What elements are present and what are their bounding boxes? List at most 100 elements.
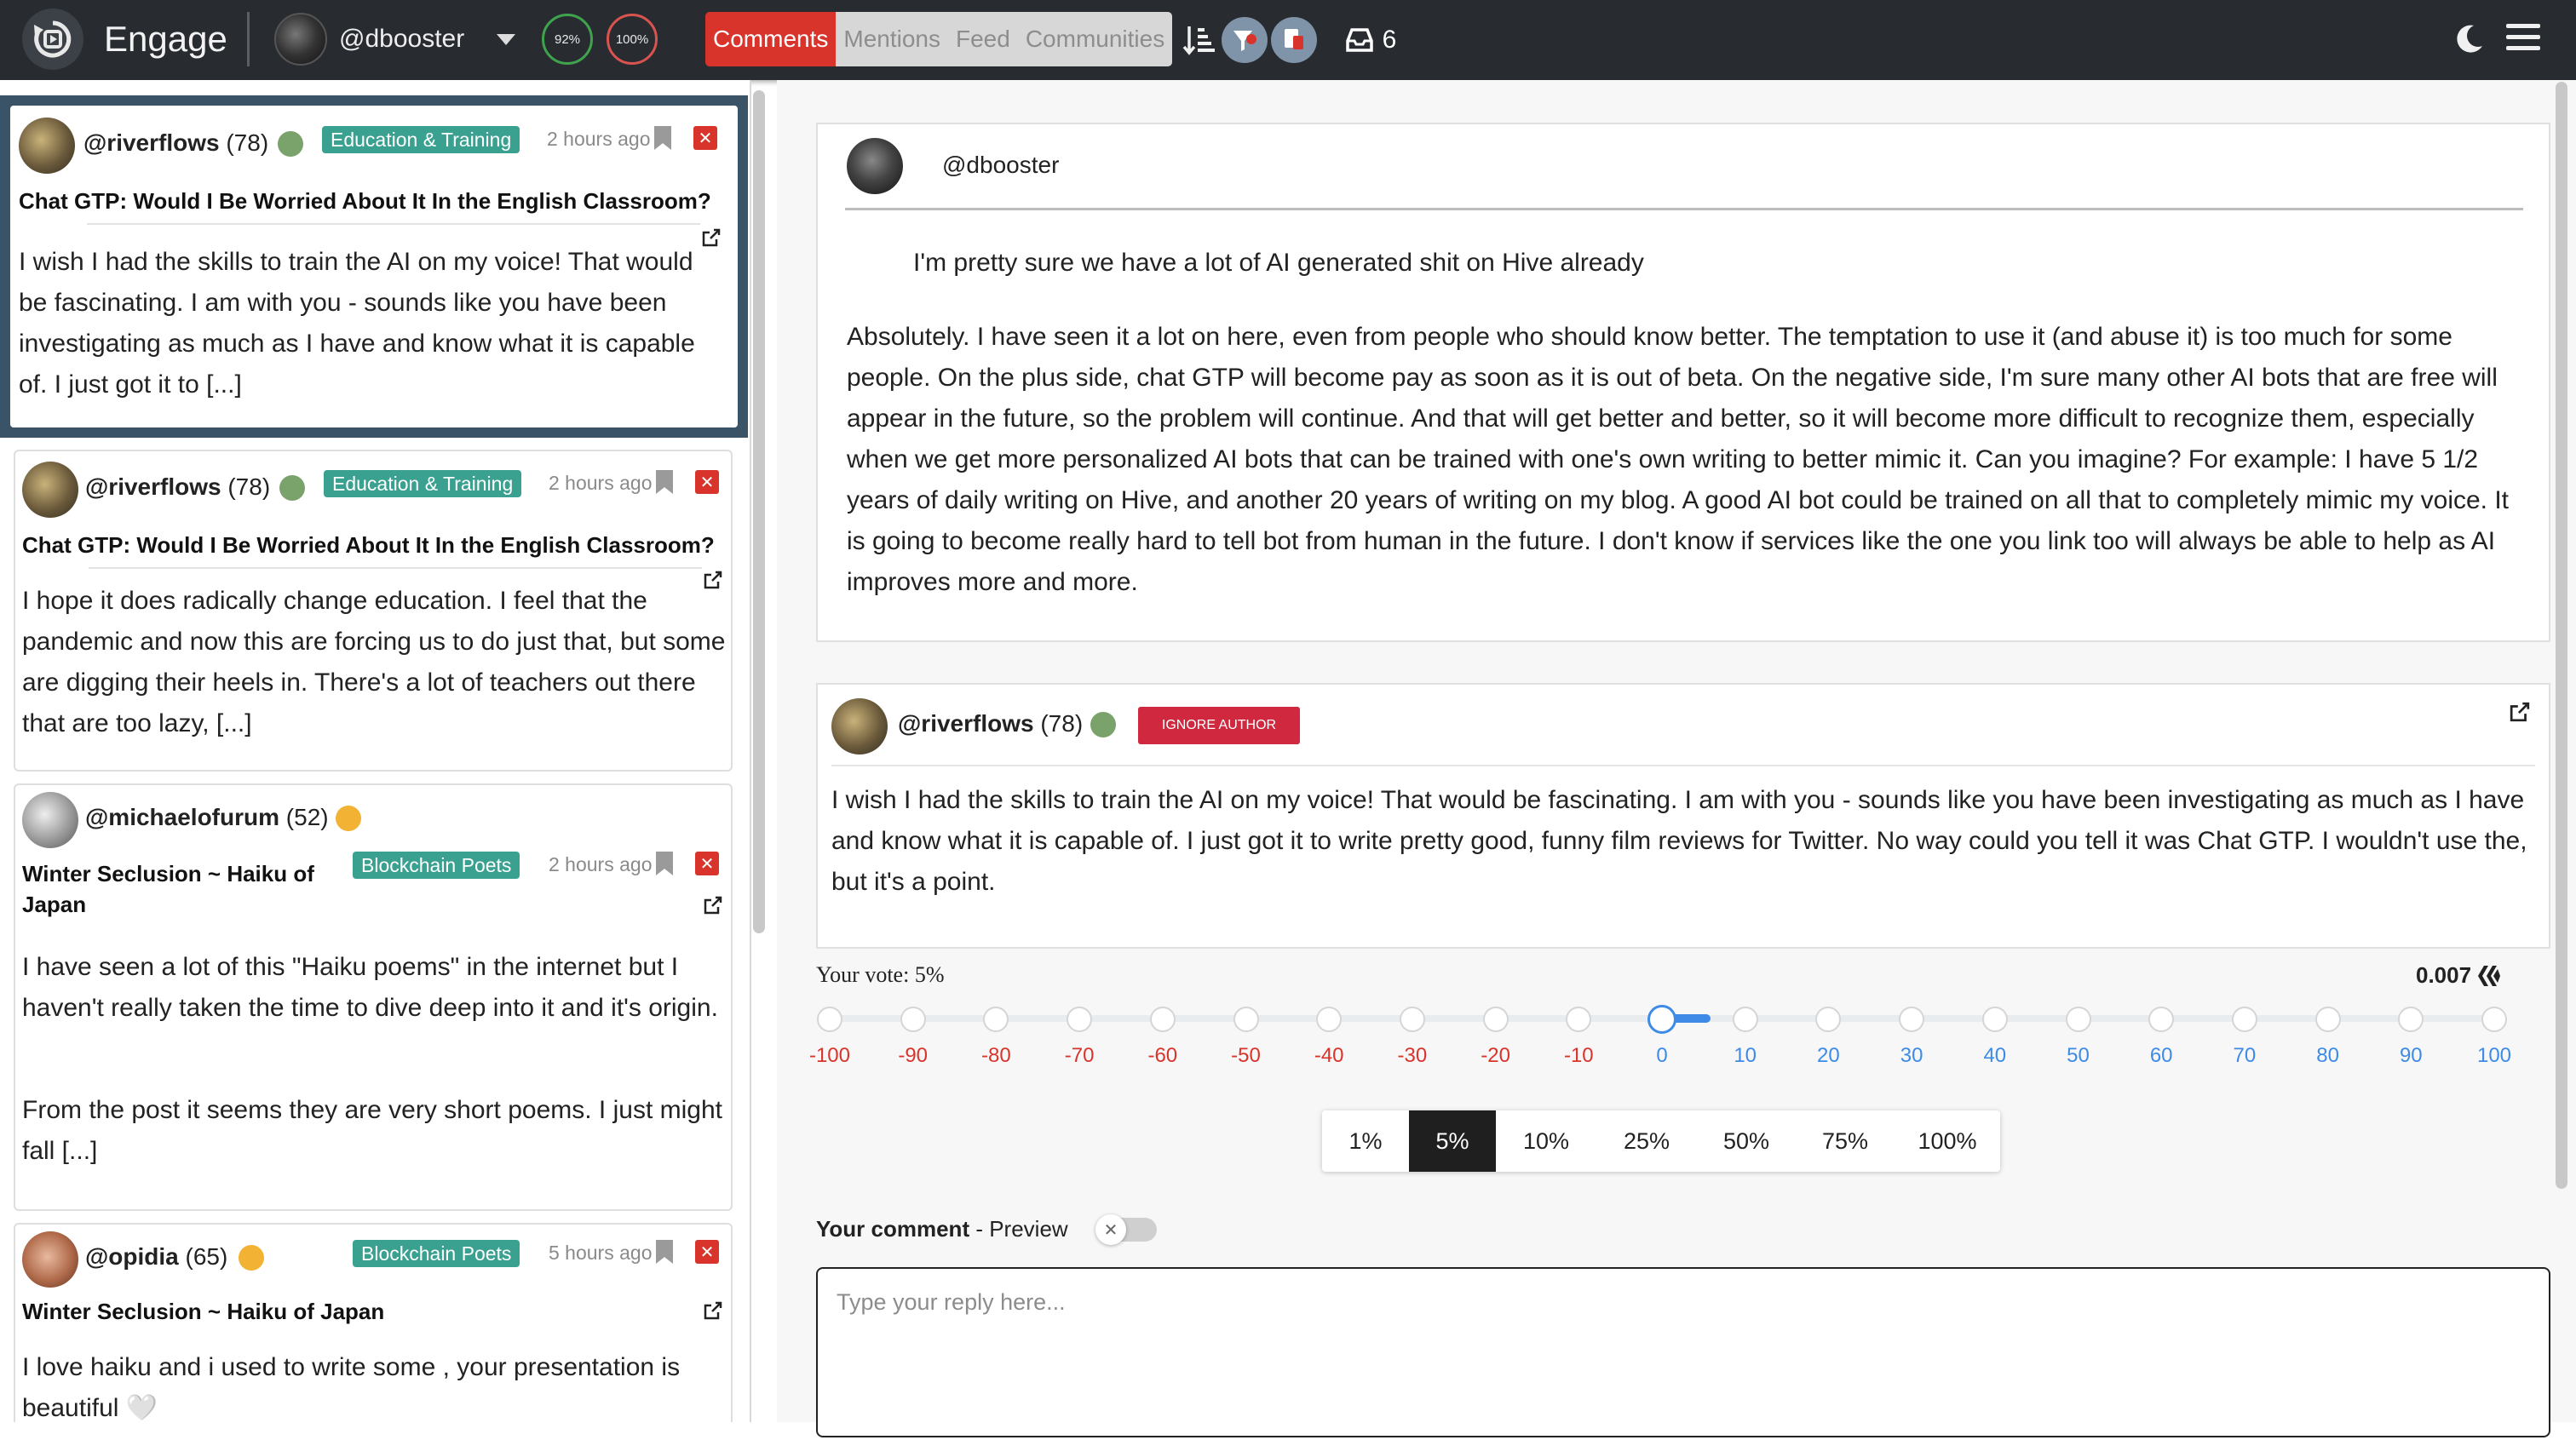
vote-tick[interactable]	[1399, 1007, 1425, 1032]
vote-tick[interactable]	[1233, 1007, 1259, 1032]
header-divider	[247, 12, 250, 66]
bookmark-icon[interactable]	[654, 126, 671, 150]
external-link-icon[interactable]	[704, 896, 722, 915]
dark-mode-moon-icon[interactable]	[2452, 22, 2486, 60]
inbox-button[interactable]: 6	[1332, 17, 1409, 63]
account-switcher[interactable]: @dbooster	[274, 9, 516, 70]
dismiss-button[interactable]: ✕	[695, 852, 719, 875]
filter-post-icon[interactable]	[1271, 17, 1317, 63]
vote-tick[interactable]	[817, 1007, 842, 1032]
post-title[interactable]: Chat GTP: Would I Be Worried About It In…	[22, 530, 729, 560]
inbox-count: 6	[1382, 26, 1397, 54]
chevron-down-icon[interactable]	[497, 33, 516, 45]
vote-tick[interactable]	[1067, 1007, 1093, 1032]
list-item[interactable]: @michaelofurum (52) Winter Seclusion ~ H…	[14, 783, 733, 1211]
vote-tick[interactable]	[1482, 1007, 1509, 1032]
vote-tick[interactable]	[2314, 1007, 2341, 1032]
dismiss-button[interactable]: ✕	[693, 126, 717, 150]
author-name[interactable]: @riverflows (78)	[83, 129, 268, 157]
vote-tick[interactable]	[983, 1007, 1009, 1032]
list-item[interactable]: @opidia (65) Blockchain Poets 5 hours ag…	[14, 1223, 733, 1422]
vote-tick[interactable]	[1981, 1007, 2008, 1032]
reputation-badge-icon	[239, 1245, 264, 1271]
bookmark-icon[interactable]	[656, 1240, 673, 1264]
preset-75-button[interactable]: 75%	[1796, 1110, 1895, 1172]
timestamp: 2 hours ago	[547, 128, 651, 150]
vote-tick-label: 10	[1734, 1044, 1757, 1067]
vote-tick[interactable]	[1899, 1007, 1925, 1032]
avatar[interactable]	[19, 118, 75, 174]
reply-author[interactable]: @riverflows (78)	[898, 710, 1083, 737]
list-item[interactable]: @riverflows (78) Education & Training 2 …	[0, 95, 748, 438]
vote-tick[interactable]	[1316, 1007, 1343, 1032]
sort-icon[interactable]	[1181, 17, 1218, 63]
tab-communities[interactable]: Communities	[1017, 12, 1173, 66]
vote-slider-thumb[interactable]	[1647, 1005, 1676, 1034]
avatar[interactable]	[22, 1231, 78, 1288]
parent-author[interactable]: @dbooster	[942, 152, 1059, 179]
vote-tick[interactable]	[2231, 1007, 2257, 1032]
reply-comment: @riverflows (78) IGNORE AUTHOR I wish I …	[816, 683, 2550, 949]
preset-25-button[interactable]: 25%	[1596, 1110, 1697, 1172]
vote-tick[interactable]	[2481, 1007, 2507, 1032]
main-tabs: Comments Mentions Feed Communities	[705, 12, 1173, 66]
post-title[interactable]: Chat GTP: Would I Be Worried About It In…	[19, 186, 726, 216]
vote-tick[interactable]	[900, 1007, 926, 1032]
external-link-icon[interactable]	[2510, 702, 2530, 726]
avatar[interactable]	[847, 138, 903, 194]
hive-icon	[2478, 965, 2501, 986]
dismiss-button[interactable]: ✕	[695, 470, 719, 494]
community-tag[interactable]: Blockchain Poets	[353, 852, 520, 879]
community-tag[interactable]: Blockchain Poets	[353, 1240, 520, 1267]
vote-tick[interactable]	[2148, 1007, 2175, 1032]
avatar[interactable]	[22, 792, 78, 848]
post-title[interactable]: Winter Seclusion ~ Haiku of Japan	[22, 1296, 670, 1327]
sidebar-scrollbar[interactable]	[753, 90, 765, 933]
vote-tick[interactable]	[2398, 1007, 2424, 1032]
avatar[interactable]	[22, 462, 78, 518]
vote-tick[interactable]	[1815, 1007, 1842, 1032]
ignore-author-button[interactable]: IGNORE AUTHOR	[1138, 707, 1300, 744]
bookmark-icon[interactable]	[656, 470, 673, 494]
vote-tick-label: -70	[1064, 1044, 1095, 1067]
author-name[interactable]: @michaelofurum (52)	[85, 804, 329, 831]
preset-50-button[interactable]: 50%	[1697, 1110, 1796, 1172]
vote-tick[interactable]	[2065, 1007, 2091, 1032]
vote-tick[interactable]	[1732, 1007, 1758, 1032]
main-scrollbar[interactable]	[2556, 82, 2567, 1189]
external-link-icon[interactable]	[704, 1301, 722, 1320]
engage-logo-icon[interactable]	[22, 9, 83, 70]
preview-toggle[interactable]: ✕	[1095, 1214, 1157, 1245]
filter-user-icon[interactable]	[1222, 17, 1268, 63]
vote-tick-label: 90	[2399, 1044, 2423, 1067]
vote-tick-label: -30	[1397, 1044, 1428, 1067]
author-name[interactable]: @riverflows (78)	[85, 473, 270, 501]
reputation-badge-icon	[336, 806, 361, 831]
list-item[interactable]: @riverflows (78) Education & Training 2 …	[14, 450, 733, 772]
reply-input[interactable]	[818, 1269, 2549, 1436]
dismiss-button[interactable]: ✕	[695, 1240, 719, 1264]
tab-comments[interactable]: Comments	[705, 12, 837, 66]
bookmark-icon[interactable]	[656, 852, 673, 875]
community-tag[interactable]: Education & Training	[322, 126, 520, 153]
vote-tick[interactable]	[1149, 1007, 1176, 1032]
comments-list: @riverflows (78) Education & Training 2 …	[0, 80, 751, 1422]
preset-5-button[interactable]: 5%	[1409, 1110, 1496, 1172]
comment-excerpt: I hope it does radically change educatio…	[22, 587, 726, 737]
vote-tick-label: -40	[1314, 1044, 1344, 1067]
vote-tick-label: -10	[1563, 1044, 1594, 1067]
hamburger-menu-icon[interactable]	[2506, 24, 2540, 57]
reply-textbox[interactable]	[816, 1267, 2550, 1437]
preset-100-button[interactable]: 100%	[1895, 1110, 2000, 1172]
post-title[interactable]: Winter Seclusion ~ Haiku of Japan	[22, 858, 329, 920]
vote-tick[interactable]	[1566, 1007, 1592, 1032]
tab-mentions[interactable]: Mentions	[836, 12, 948, 66]
community-tag[interactable]: Education & Training	[324, 470, 522, 497]
preset-1-button[interactable]: 1%	[1322, 1110, 1409, 1172]
vote-tick-label: -60	[1147, 1044, 1178, 1067]
avatar[interactable]	[831, 698, 888, 754]
reply-body: I wish I had the skills to train the AI …	[831, 786, 2527, 896]
tab-feed[interactable]: Feed	[948, 12, 1018, 66]
preset-10-button[interactable]: 10%	[1496, 1110, 1596, 1172]
author-name[interactable]: @opidia (65)	[85, 1243, 227, 1271]
